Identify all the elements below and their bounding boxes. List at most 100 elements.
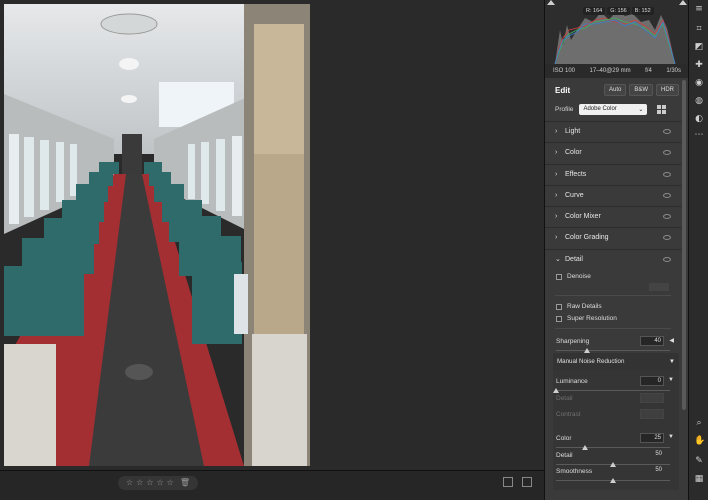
super-resolution-row[interactable]: Super Resolution bbox=[556, 315, 617, 322]
profile-label: Profile bbox=[555, 105, 574, 113]
luminance-thumb[interactable] bbox=[553, 388, 559, 393]
blue-readout: B: 152 bbox=[631, 7, 654, 15]
luminance-track[interactable] bbox=[556, 390, 670, 391]
panel-scrollbar[interactable] bbox=[682, 80, 686, 410]
section-curve[interactable]: › Curve bbox=[545, 184, 681, 205]
triangle-down-icon[interactable]: ▼ bbox=[669, 358, 675, 365]
super-resolution-checkbox[interactable] bbox=[556, 315, 562, 322]
star-5-icon[interactable]: ☆ bbox=[167, 479, 174, 487]
more-icon[interactable]: ⋯ bbox=[694, 130, 704, 140]
star-1-icon[interactable]: ☆ bbox=[126, 479, 133, 487]
sharpening-track[interactable] bbox=[556, 350, 670, 351]
section-color-mixer[interactable]: › Color Mixer bbox=[545, 206, 681, 227]
triangle-down-icon[interactable]: ▼ bbox=[668, 377, 674, 383]
color-detail-label: Detail bbox=[556, 452, 573, 459]
presets-icon[interactable]: ◐ bbox=[694, 114, 704, 124]
section-label: Light bbox=[565, 128, 581, 135]
raw-details-row[interactable]: Raw Details bbox=[556, 303, 602, 310]
red-readout: R: 164 bbox=[583, 7, 606, 15]
denoise-label: Denoise bbox=[567, 273, 591, 280]
single-view-button[interactable] bbox=[503, 477, 513, 487]
section-light[interactable]: › Light bbox=[545, 121, 681, 141]
crop-icon[interactable]: ⌗ bbox=[694, 24, 704, 34]
chevron-right-icon: › bbox=[555, 234, 558, 242]
section-color-grading[interactable]: › Color Grading bbox=[545, 227, 681, 248]
eye-icon[interactable] bbox=[663, 171, 671, 177]
disclosure-triangle-icon[interactable]: ◀ bbox=[669, 337, 674, 344]
smoothness-label: Smoothness bbox=[556, 468, 593, 475]
raw-details-checkbox[interactable] bbox=[556, 303, 562, 310]
photo-preview[interactable] bbox=[4, 4, 310, 466]
section-detail[interactable]: ⌄ Detail bbox=[545, 248, 681, 269]
exif-focal: 17–40@29 mm bbox=[589, 68, 631, 74]
hdr-button[interactable]: HDR bbox=[656, 84, 679, 96]
section-effects[interactable]: › Effects bbox=[545, 163, 681, 184]
grid-overlay-icon[interactable]: ▦ bbox=[694, 474, 704, 484]
section-color[interactable]: › Color bbox=[545, 142, 681, 163]
scrollbar-thumb[interactable] bbox=[682, 80, 686, 410]
eye-icon[interactable] bbox=[663, 256, 671, 262]
denoise-row[interactable]: Denoise bbox=[556, 273, 591, 280]
sharpening-label: Sharpening bbox=[556, 338, 590, 345]
eye-icon[interactable] bbox=[663, 235, 671, 241]
trash-icon[interactable]: 🗑 bbox=[180, 479, 190, 487]
image-canvas[interactable] bbox=[0, 0, 544, 470]
noise-reduction-header[interactable]: Manual Noise Reduction ▼ bbox=[553, 353, 679, 370]
masking-icon[interactable]: ◍ bbox=[694, 96, 704, 106]
luminance-value[interactable]: 0 bbox=[640, 376, 664, 386]
compare-view-button[interactable] bbox=[522, 477, 532, 487]
sharpening-value[interactable]: 40 bbox=[640, 336, 664, 346]
star-2-icon[interactable]: ☆ bbox=[136, 479, 143, 487]
star-rating[interactable]: ☆ ☆ ☆ ☆ ☆ 🗑 bbox=[118, 476, 198, 490]
exif-bar: ISO 100 17–40@29 mm f/4 1/30s bbox=[545, 64, 689, 78]
histogram: R: 164 G: 156 B: 152 bbox=[545, 0, 689, 64]
bw-button[interactable]: B&W bbox=[629, 84, 653, 96]
chevron-right-icon: › bbox=[555, 128, 558, 135]
smoothness-thumb[interactable] bbox=[610, 478, 616, 483]
color-sampler-icon[interactable]: ✎ bbox=[694, 456, 704, 466]
eye-icon[interactable] bbox=[663, 192, 671, 198]
eraser-icon[interactable]: ◩ bbox=[694, 42, 704, 52]
denoise-checkbox[interactable] bbox=[556, 273, 562, 280]
eye-icon[interactable] bbox=[663, 150, 671, 156]
train-interior-photo bbox=[4, 4, 310, 466]
sliders-icon[interactable]: ≡ bbox=[694, 4, 704, 14]
noise-reduction-label: Manual Noise Reduction bbox=[557, 358, 625, 365]
chevron-right-icon: › bbox=[555, 213, 558, 221]
rgb-readout: R: 164 G: 156 B: 152 bbox=[583, 7, 654, 15]
triangle-down-icon[interactable]: ▼ bbox=[668, 434, 674, 440]
color-nr-label: Color bbox=[556, 435, 572, 442]
profile-dropdown[interactable]: Adobe Color ⌄ bbox=[579, 103, 648, 115]
green-readout: G: 156 bbox=[607, 7, 630, 15]
color-nr-value[interactable]: 25 bbox=[640, 433, 664, 443]
zoom-icon[interactable]: ⌕ bbox=[694, 418, 704, 428]
section-label: Color bbox=[565, 149, 582, 157]
divider bbox=[555, 328, 671, 329]
tool-strip: ≡ ⌗ ◩ ✚ ◉ ◍ ◐ ⋯ ⌕ ✋ ✎ ▦ bbox=[688, 0, 708, 500]
divider bbox=[555, 295, 671, 296]
profile-browser-icon[interactable] bbox=[657, 104, 667, 114]
profile-row: Profile Adobe Color ⌄ bbox=[545, 102, 689, 116]
raw-details-label: Raw Details bbox=[567, 303, 602, 310]
color-nr-track[interactable] bbox=[556, 447, 670, 448]
healing-icon[interactable]: ✚ bbox=[694, 60, 704, 70]
star-4-icon[interactable]: ☆ bbox=[157, 479, 164, 487]
hand-icon[interactable]: ✋ bbox=[694, 436, 705, 446]
panel-sections: › Light › Color › Effects › Curve › Colo… bbox=[545, 121, 681, 270]
star-3-icon[interactable]: ☆ bbox=[146, 479, 153, 487]
auto-button[interactable]: Auto bbox=[603, 84, 627, 96]
eye-icon[interactable] bbox=[663, 214, 671, 220]
red-eye-icon[interactable]: ◉ bbox=[694, 78, 704, 88]
profile-value: Adobe Color bbox=[583, 106, 617, 112]
smoothness-value[interactable]: 50 bbox=[640, 466, 664, 476]
color-detail-value[interactable]: 50 bbox=[640, 450, 664, 460]
exif-aperture: f/4 bbox=[645, 68, 652, 74]
app-window: ☆ ☆ ☆ ☆ ☆ 🗑 R: 164 G: 156 B: 152 ISO 100… bbox=[0, 0, 708, 500]
color-detail-thumb[interactable] bbox=[610, 462, 616, 467]
color-nr-thumb[interactable] bbox=[581, 445, 588, 450]
exif-shutter: 1/30s bbox=[666, 68, 681, 74]
denoise-button[interactable] bbox=[649, 283, 669, 291]
bottom-bar: ☆ ☆ ☆ ☆ ☆ 🗑 bbox=[0, 470, 544, 500]
section-label: Color Mixer bbox=[565, 213, 601, 221]
eye-icon[interactable] bbox=[663, 129, 671, 134]
